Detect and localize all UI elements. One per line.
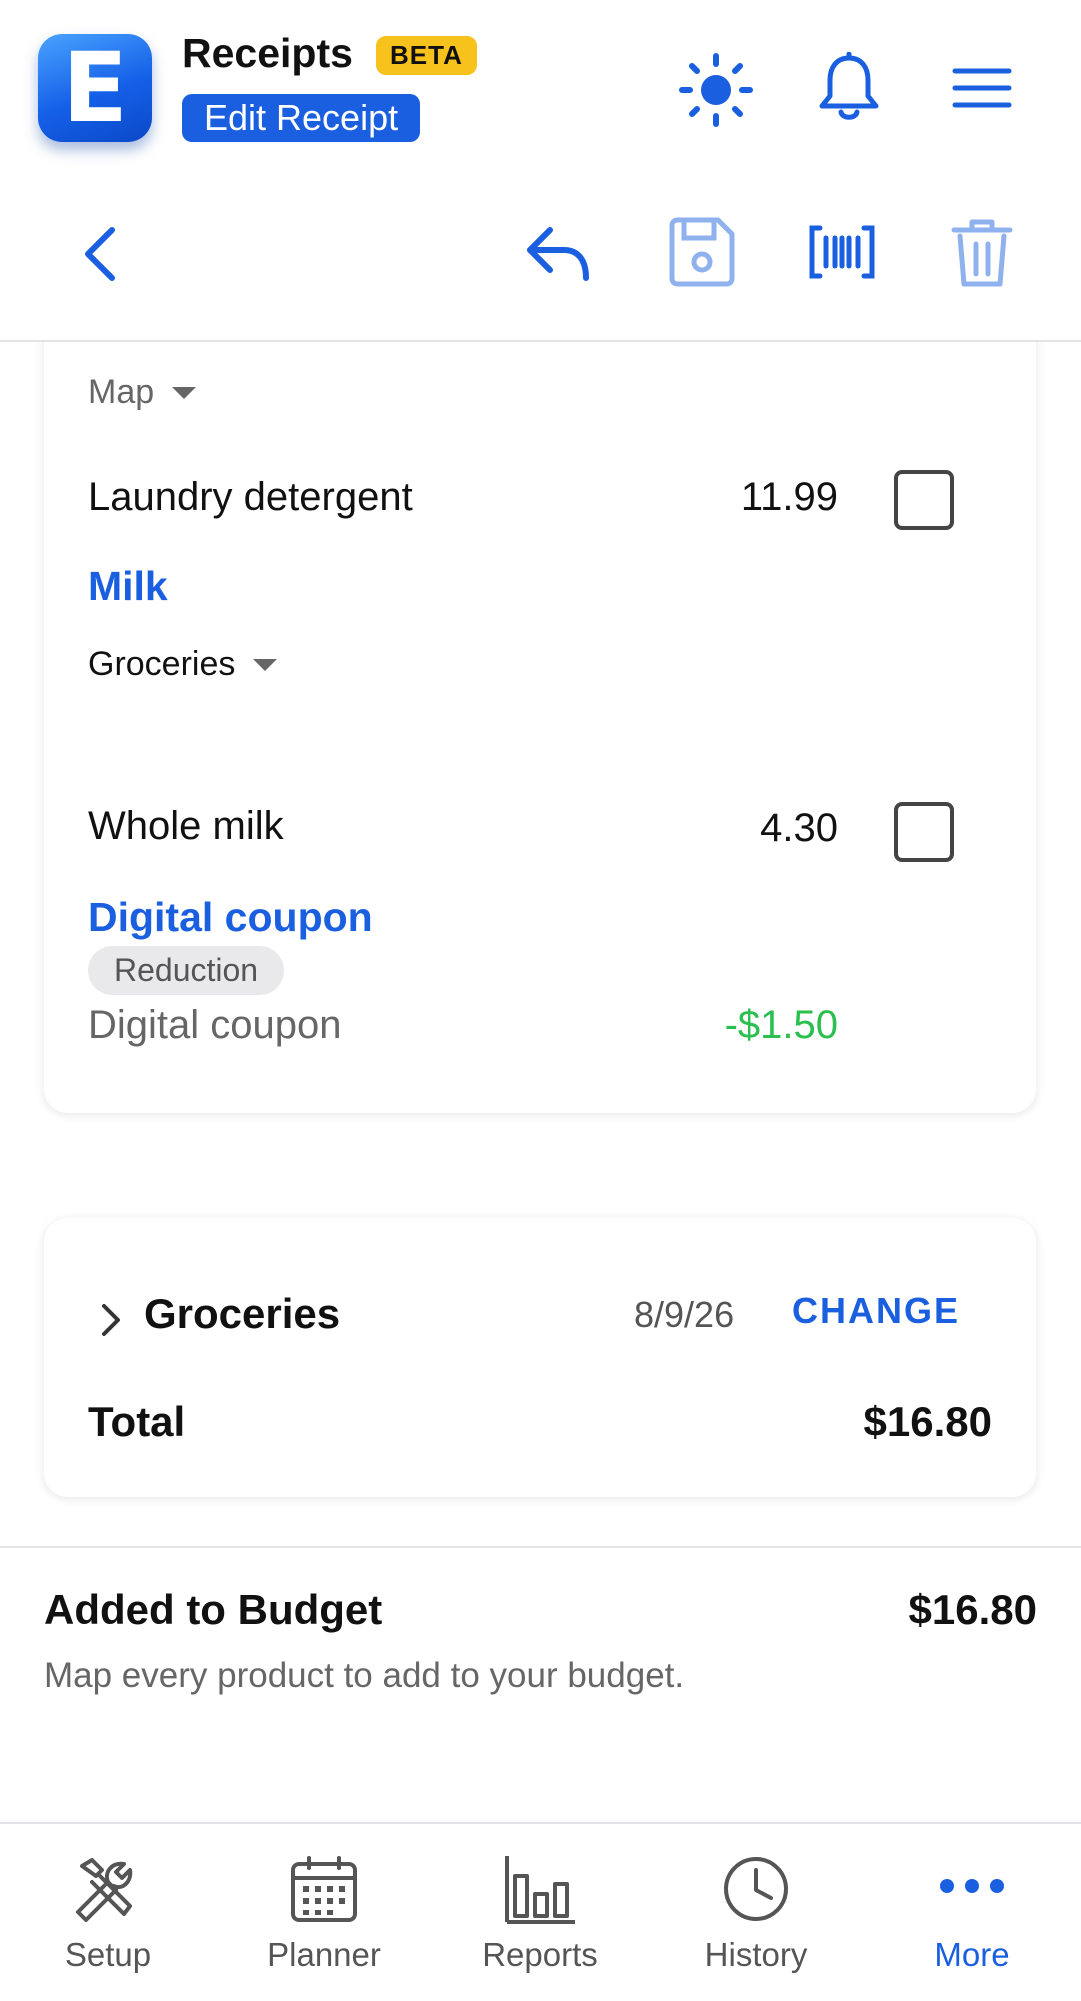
dropdown-arrow-icon: [253, 658, 278, 671]
change-button[interactable]: CHANGE: [792, 1290, 960, 1332]
calendar-icon: [291, 1856, 357, 1922]
category-select-groceries[interactable]: Groceries: [88, 645, 278, 684]
sun-icon[interactable]: [678, 52, 754, 128]
dropdown-arrow-icon: [172, 386, 197, 399]
tab-label: Planner: [267, 1936, 381, 1973]
group-title[interactable]: Milk: [88, 563, 168, 610]
chevron-right-icon[interactable]: [99, 1302, 123, 1338]
receipt-content[interactable]: Map Laundry detergent 11.99 Milk Groceri…: [0, 340, 1081, 1546]
tab-label: Setup: [64, 1936, 152, 1973]
trash-icon[interactable]: [950, 216, 1014, 290]
tab-planner[interactable]: Planner: [216, 1824, 432, 2001]
item-price: 11.99: [740, 475, 838, 519]
app-title: Receipts: [182, 30, 353, 76]
tab-label: More: [934, 1936, 1010, 1973]
total-label: Total: [88, 1398, 186, 1445]
coupon-amount: -$1.50: [724, 1003, 838, 1047]
tools-icon: [76, 1858, 133, 1922]
clock-icon: [724, 1857, 788, 1921]
beta-badge: BETA: [376, 36, 477, 75]
budget-title: Added to Budget: [44, 1586, 383, 1633]
summary-category[interactable]: Groceries: [144, 1290, 340, 1338]
bar-chart-icon: [505, 1856, 575, 1924]
reply-icon[interactable]: [524, 222, 592, 286]
save-icon: [669, 217, 735, 287]
tab-label: History: [704, 1936, 808, 1973]
bottom-tab-bar: Setup Planner Reports History More: [0, 1822, 1081, 2001]
item-name: Whole milk: [88, 804, 284, 848]
item-price: 4.30: [760, 806, 838, 850]
logo-letter: E: [62, 32, 128, 144]
app-logo[interactable]: E: [38, 34, 152, 142]
item-checkbox[interactable]: [894, 802, 954, 862]
item-checkbox[interactable]: [894, 470, 954, 530]
items-card: Map Laundry detergent 11.99 Milk Groceri…: [44, 340, 1036, 1113]
app-header: E Receipts BETA Edit Receipt: [0, 0, 1081, 342]
budget-hint: Map every product to add to your budget.: [44, 1656, 685, 1695]
page-title-badge: Edit Receipt: [182, 94, 421, 142]
tab-history[interactable]: History: [648, 1824, 864, 2001]
menu-icon[interactable]: [952, 66, 1012, 110]
item-name: Laundry detergent: [88, 475, 413, 519]
tab-label: Reports: [482, 1936, 598, 1973]
tab-more[interactable]: More: [864, 1824, 1080, 2001]
group-title[interactable]: Digital coupon: [88, 894, 373, 941]
barcode-icon[interactable]: [808, 224, 876, 280]
budget-summary: Added to Budget $16.80 Map every product…: [0, 1546, 1081, 1824]
category-select-label: Groceries: [88, 645, 236, 683]
back-chevron-icon[interactable]: [78, 224, 122, 284]
bell-icon[interactable]: [816, 52, 882, 124]
budget-value: $16.80: [908, 1586, 1037, 1633]
reduction-tag: Reduction: [88, 946, 285, 995]
summary-date: 8/9/26: [634, 1294, 735, 1335]
total-value: $16.80: [863, 1398, 992, 1445]
tab-setup[interactable]: Setup: [0, 1824, 216, 2001]
more-dots-icon: [940, 1879, 1004, 1893]
coupon-name: Digital coupon: [88, 1003, 342, 1047]
summary-card: Groceries 8/9/26 CHANGE Total $16.80: [44, 1218, 1036, 1497]
category-select-label: Map: [88, 373, 155, 411]
tab-reports[interactable]: Reports: [432, 1824, 648, 2001]
category-select-map[interactable]: Map: [88, 373, 197, 412]
